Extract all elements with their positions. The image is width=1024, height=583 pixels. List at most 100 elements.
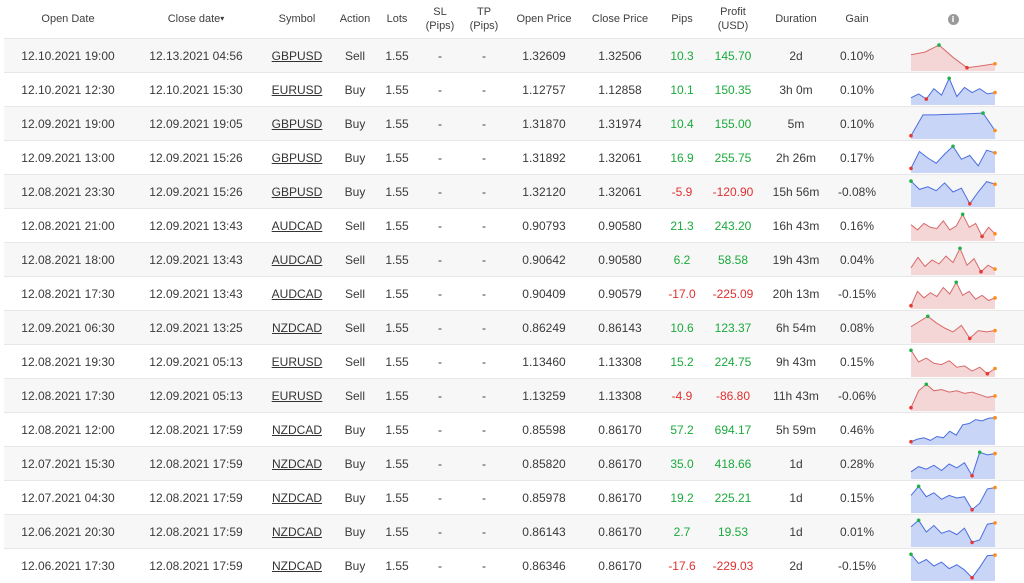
cell-symbol: AUDCAD: [260, 242, 334, 277]
cell-profit: -225.09: [706, 276, 760, 311]
cell-action: Sell: [334, 378, 376, 413]
table-row[interactable]: 12.08.2021 18:00 12.09.2021 13:43 AUDCAD…: [4, 242, 1024, 277]
cell-lots: 1.55: [376, 276, 418, 311]
cell-pips: 6.2: [658, 242, 706, 277]
table-row[interactable]: 12.06.2021 20:30 12.08.2021 17:59 NZDCAD…: [4, 514, 1024, 549]
table-row[interactable]: 12.08.2021 12:00 12.08.2021 17:59 NZDCAD…: [4, 412, 1024, 447]
sparkline-area: [911, 485, 995, 513]
symbol-link[interactable]: NZDCAD: [272, 423, 322, 437]
cell-open-price: 0.90793: [506, 208, 582, 243]
table-row[interactable]: 12.08.2021 21:00 12.09.2021 13:43 AUDCAD…: [4, 208, 1024, 243]
header-open-date[interactable]: Open Date: [4, 0, 132, 39]
header-tp[interactable]: TP (Pips): [462, 0, 506, 39]
header-open-price[interactable]: Open Price: [506, 0, 582, 39]
sparkline-min-dot: [965, 65, 969, 69]
cell-duration: 3h 0m: [760, 72, 832, 107]
cell-action: Sell: [334, 310, 376, 345]
symbol-link[interactable]: NZDCAD: [272, 491, 322, 505]
cell-sl: -: [418, 38, 462, 73]
symbol-link[interactable]: EURUSD: [272, 355, 323, 369]
symbol-link[interactable]: GBPUSD: [272, 185, 323, 199]
symbol-link[interactable]: AUDCAD: [272, 253, 323, 267]
header-close-date[interactable]: Close date▾: [132, 0, 260, 39]
cell-close-price: 0.86170: [582, 480, 658, 515]
table-row[interactable]: 12.08.2021 17:30 12.09.2021 05:13 EURUSD…: [4, 378, 1024, 413]
cell-tp: -: [462, 446, 506, 481]
cell-symbol: NZDCAD: [260, 446, 334, 481]
symbol-link[interactable]: NZDCAD: [272, 457, 322, 471]
cell-open-price: 0.85598: [506, 412, 582, 447]
cell-gain: 0.10%: [832, 106, 882, 141]
table-row[interactable]: 12.10.2021 19:00 12.13.2021 04:56 GBPUSD…: [4, 38, 1024, 73]
cell-profit: 224.75: [706, 344, 760, 379]
cell-open-price: 0.86249: [506, 310, 582, 345]
symbol-link[interactable]: EURUSD: [272, 389, 323, 403]
cell-sl: -: [418, 140, 462, 175]
cell-gain: 0.08%: [832, 310, 882, 345]
symbol-link[interactable]: NZDCAD: [272, 559, 322, 573]
sparkline-max-dot: [909, 348, 913, 352]
equity-sparkline: [910, 76, 997, 105]
table-row[interactable]: 12.09.2021 19:00 12.09.2021 19:05 GBPUSD…: [4, 106, 1024, 141]
header-close-price[interactable]: Close Price: [582, 0, 658, 39]
table-row[interactable]: 12.07.2021 04:30 12.08.2021 17:59 NZDCAD…: [4, 480, 1024, 515]
symbol-link[interactable]: NZDCAD: [272, 321, 322, 335]
cell-close-date: 12.08.2021 17:59: [132, 480, 260, 515]
cell-pips: 10.6: [658, 310, 706, 345]
table-row[interactable]: 12.08.2021 23:30 12.09.2021 15:26 GBPUSD…: [4, 174, 1024, 209]
symbol-link[interactable]: AUDCAD: [272, 219, 323, 233]
header-lots[interactable]: Lots: [376, 0, 418, 39]
symbol-link[interactable]: GBPUSD: [272, 49, 323, 63]
cell-lots: 1.55: [376, 514, 418, 549]
table-row[interactable]: 12.09.2021 06:30 12.09.2021 13:25 NZDCAD…: [4, 310, 1024, 345]
info-icon[interactable]: i: [947, 14, 959, 25]
equity-sparkline: [910, 314, 997, 343]
header-gain[interactable]: Gain: [832, 0, 882, 39]
cell-open-price: 0.90642: [506, 242, 582, 277]
symbol-link[interactable]: NZDCAD: [272, 525, 322, 539]
cell-profit: 243.20: [706, 208, 760, 243]
cell-open-date: 12.08.2021 23:30: [4, 174, 132, 209]
cell-sl: -: [418, 412, 462, 447]
cell-close-date: 12.09.2021 05:13: [132, 378, 260, 413]
table-row[interactable]: 12.09.2021 13:00 12.09.2021 15:26 GBPUSD…: [4, 140, 1024, 175]
table-row[interactable]: 12.10.2021 12:30 12.10.2021 15:30 EURUSD…: [4, 72, 1024, 107]
cell-symbol: EURUSD: [260, 72, 334, 107]
cell-close-date: 12.08.2021 17:59: [132, 548, 260, 583]
sparkline-max-dot: [916, 484, 921, 488]
header-duration[interactable]: Duration: [760, 0, 832, 39]
table-row[interactable]: 12.08.2021 19:30 12.09.2021 05:13 EURUSD…: [4, 344, 1024, 379]
symbol-link[interactable]: GBPUSD: [272, 151, 323, 165]
cell-close-price: 0.86170: [582, 514, 658, 549]
cell-close-date: 12.09.2021 19:05: [132, 106, 260, 141]
cell-sparkline: [882, 480, 1024, 515]
cell-close-price: 0.90580: [582, 208, 658, 243]
cell-symbol: EURUSD: [260, 344, 334, 379]
cell-open-date: 12.08.2021 19:30: [4, 344, 132, 379]
header-sl-line2: (Pips): [425, 20, 455, 32]
cell-profit: 255.75: [706, 140, 760, 175]
header-profit[interactable]: Profit (USD): [706, 0, 760, 39]
header-action[interactable]: Action: [334, 0, 376, 39]
cell-close-price: 1.12858: [582, 72, 658, 107]
header-sl[interactable]: SL (Pips): [418, 0, 462, 39]
cell-sparkline: [882, 514, 1024, 549]
table-row[interactable]: 12.08.2021 17:30 12.09.2021 13:43 AUDCAD…: [4, 276, 1024, 311]
cell-lots: 1.55: [376, 446, 418, 481]
symbol-link[interactable]: AUDCAD: [272, 287, 323, 301]
symbol-link[interactable]: GBPUSD: [272, 117, 323, 131]
sparkline-area: [911, 77, 995, 105]
symbol-link[interactable]: EURUSD: [272, 83, 323, 97]
header-symbol[interactable]: Symbol: [260, 0, 334, 39]
cell-sparkline: [882, 276, 1024, 311]
header-pips[interactable]: Pips: [658, 0, 706, 39]
cell-tp: -: [462, 548, 506, 583]
sparkline-max-dot: [947, 76, 951, 80]
cell-close-date: 12.09.2021 15:26: [132, 174, 260, 209]
table-row[interactable]: 12.07.2021 15:30 12.08.2021 17:59 NZDCAD…: [4, 446, 1024, 481]
table-row[interactable]: 12.06.2021 17:30 12.08.2021 17:59 NZDCAD…: [4, 548, 1024, 583]
cell-close-price: 1.32506: [582, 38, 658, 73]
cell-symbol: GBPUSD: [260, 140, 334, 175]
sparkline-min-dot: [980, 234, 984, 238]
cell-duration: 2d: [760, 38, 832, 73]
